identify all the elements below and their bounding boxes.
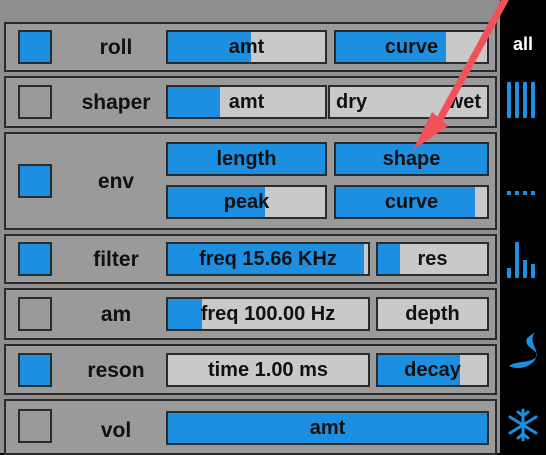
row-am: am freq 100.00 Hz depth	[4, 288, 497, 340]
roll-amt-slider[interactable]: amt	[166, 30, 327, 64]
filter-freq-slider[interactable]: freq 15.66 KHz	[166, 242, 370, 276]
am-freq-slider[interactable]: freq 100.00 Hz	[166, 297, 370, 331]
shaper-drywet-slider[interactable]: dry wet	[328, 85, 489, 119]
env-peak-slider[interactable]: peak	[166, 185, 327, 219]
vol-amt-slider[interactable]: amt	[166, 411, 489, 445]
levels-icon[interactable]	[505, 240, 541, 280]
filter-label: filter	[93, 248, 139, 271]
shaper-toggle[interactable]	[18, 85, 52, 119]
shaper-amt-slider[interactable]: amt	[166, 85, 327, 119]
env-toggle[interactable]	[18, 164, 52, 198]
snowflake-icon[interactable]	[505, 408, 541, 442]
reson-toggle[interactable]	[18, 353, 52, 387]
roll-toggle[interactable]	[18, 30, 52, 64]
am-depth-slider[interactable]: depth	[376, 297, 489, 331]
all-button[interactable]: all	[500, 34, 546, 55]
row-roll: roll amt curve	[4, 22, 497, 72]
am-label: am	[100, 303, 132, 326]
reson-decay-slider[interactable]: decay	[376, 353, 489, 387]
roll-label: roll	[99, 36, 133, 59]
row-filter: filter freq 15.66 KHz res	[4, 234, 497, 284]
device-panel: roll amt curve shaper amt dry wet env le…	[0, 0, 500, 455]
reson-label: reson	[87, 359, 145, 382]
bars-icon[interactable]	[505, 80, 541, 120]
sidebar: all	[500, 0, 546, 453]
roll-curve-slider[interactable]: curve	[334, 30, 489, 64]
env-length-slider[interactable]: length	[166, 142, 327, 176]
row-shaper: shaper amt dry wet	[4, 76, 497, 128]
dots-icon[interactable]	[505, 188, 541, 198]
row-reson: reson time 1.00 ms decay	[4, 344, 497, 395]
filter-res-slider[interactable]: res	[376, 242, 489, 276]
shaper-label: shaper	[81, 91, 151, 114]
env-label: env	[97, 170, 135, 193]
reson-time-slider[interactable]: time 1.00 ms	[166, 353, 370, 387]
env-curve-slider[interactable]: curve	[334, 185, 489, 219]
row-env: env length shape peak curve	[4, 132, 497, 230]
env-shape-slider[interactable]: shape	[334, 142, 489, 176]
row-vol: vol amt	[4, 399, 497, 455]
filter-toggle[interactable]	[18, 242, 52, 276]
am-toggle[interactable]	[18, 297, 52, 331]
vol-label: vol	[100, 419, 132, 442]
wave-icon[interactable]	[505, 330, 541, 370]
vol-toggle[interactable]	[18, 409, 52, 443]
